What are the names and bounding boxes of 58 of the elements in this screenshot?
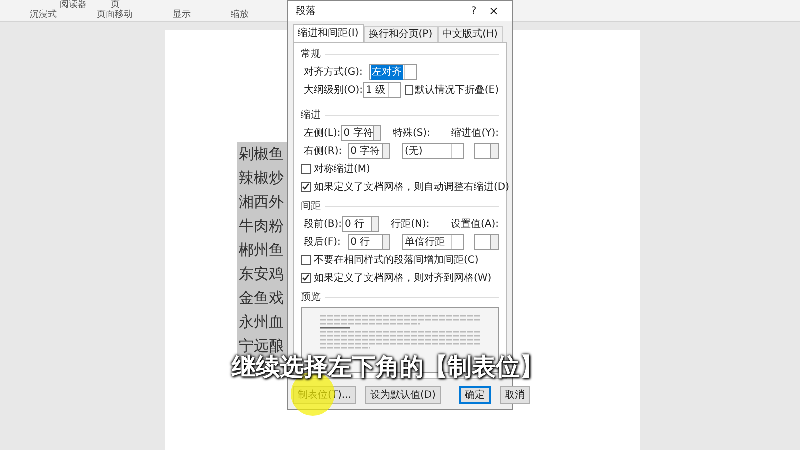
ribbon-button[interactable]: 页 bbox=[111, 0, 120, 10]
dialog-tab[interactable]: 换行和分页(P) bbox=[364, 26, 438, 42]
checkbox[interactable] bbox=[301, 182, 311, 192]
spin-field[interactable]: 0 字符 bbox=[340, 125, 374, 141]
document-text: 宁远酿 bbox=[239, 336, 284, 355]
dropdown-field[interactable]: 1 级 bbox=[363, 82, 401, 98]
dialog-tab[interactable]: 缩进和间距(I) bbox=[293, 24, 364, 42]
section-heading: 缩进 bbox=[301, 108, 321, 123]
checkbox[interactable] bbox=[301, 164, 311, 174]
field-label: 缩进值(Y): bbox=[450, 126, 499, 140]
dialog-title: 段落 bbox=[296, 4, 317, 18]
spin-field[interactable] bbox=[474, 143, 492, 159]
document-text: 湘西外 bbox=[238, 192, 285, 213]
checkbox-label: 不要在相同样式的段落间增加间距(C) bbox=[314, 254, 479, 268]
section-heading: 预览 bbox=[301, 291, 321, 305]
field-label: 段前(B): bbox=[303, 218, 342, 232]
video-caption: 继续选择左下角的【制表位】 bbox=[232, 352, 544, 382]
spin-field[interactable]: 0 字符 bbox=[348, 143, 383, 159]
field-label: 对齐方式(G): bbox=[303, 66, 364, 80]
spin-field[interactable] bbox=[474, 234, 492, 250]
field-label: 右侧(R): bbox=[303, 144, 344, 158]
checkbox-label: 对称缩进(M) bbox=[314, 162, 370, 176]
field-label: 段后(F): bbox=[303, 236, 342, 250]
checkbox[interactable] bbox=[301, 273, 311, 283]
help-button[interactable]: ? bbox=[464, 4, 484, 18]
document-text: 剁椒鱼 bbox=[238, 144, 285, 165]
spin-field[interactable]: 0 行 bbox=[348, 234, 383, 250]
checkbox-label: 如果定义了文档网格，则自动调整右缩进(D) bbox=[314, 180, 510, 194]
field-label: 左侧(L): bbox=[303, 126, 341, 140]
dropdown-field[interactable]: 单倍行距 bbox=[402, 234, 464, 250]
field-label: 特殊(S): bbox=[392, 126, 432, 140]
ribbon-group-label: 显示 bbox=[173, 10, 191, 21]
document-text: 金鱼戏 bbox=[238, 288, 285, 309]
ribbon-group-label: 沉浸式 bbox=[30, 10, 57, 21]
document-text: 东安鸡 bbox=[238, 264, 285, 285]
field-label: 大纲级别(O): bbox=[303, 84, 364, 98]
document-text: 永州血 bbox=[238, 312, 285, 333]
dialog-tab[interactable]: 中文版式(H) bbox=[438, 26, 503, 42]
dialog-button[interactable]: 设为默认值(D) bbox=[365, 386, 441, 404]
close-button[interactable]: × bbox=[484, 2, 504, 20]
checkbox-label: 默认情况下折叠(E) bbox=[414, 84, 499, 98]
document-text: 郴州鱼 bbox=[238, 240, 285, 261]
section-heading: 间距 bbox=[301, 200, 321, 214]
checkbox-label: 如果定义了文档网格，则对齐到网格(W) bbox=[314, 272, 492, 286]
checkbox[interactable] bbox=[301, 255, 311, 265]
dropdown-field[interactable]: 左对齐 bbox=[369, 64, 417, 80]
spin-field[interactable]: 0 行 bbox=[342, 216, 372, 232]
field-label: 行距(N): bbox=[390, 218, 431, 232]
dialog-button[interactable]: 确定 bbox=[458, 386, 491, 404]
ribbon-group-label: 页面移动 bbox=[97, 10, 133, 21]
document-text: 辣椒炒 bbox=[238, 168, 285, 189]
dialog-button[interactable]: 取消 bbox=[500, 386, 530, 404]
dropdown-field[interactable]: (无) bbox=[402, 143, 464, 159]
section-heading: 常规 bbox=[301, 48, 321, 62]
checkbox[interactable] bbox=[404, 85, 413, 95]
ribbon-group-label: 缩放 bbox=[231, 10, 249, 21]
document-text: 牛肉粉 bbox=[238, 216, 285, 237]
field-label: 设置值(A): bbox=[450, 218, 499, 232]
